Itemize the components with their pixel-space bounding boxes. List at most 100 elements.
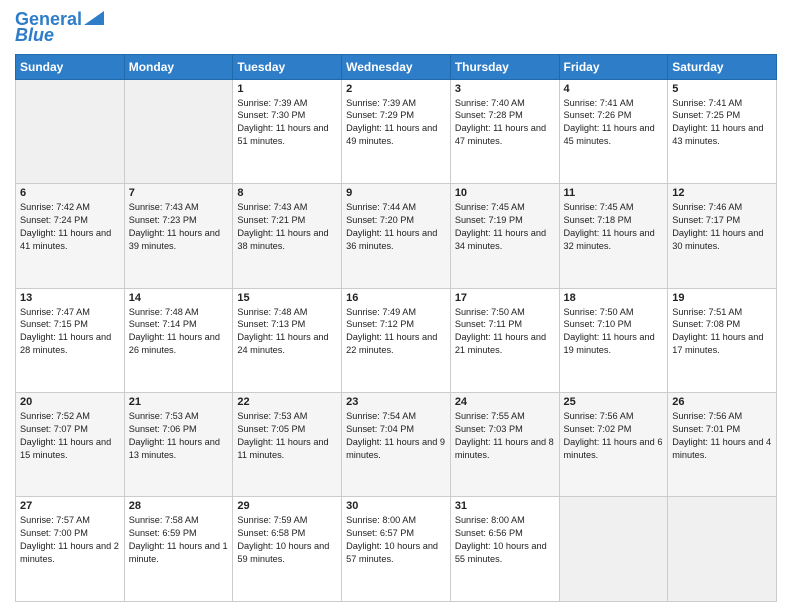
calendar-cell: 4 Sunrise: 7:41 AM Sunset: 7:26 PM Daylig… — [559, 79, 668, 183]
calendar-cell: 2 Sunrise: 7:39 AM Sunset: 7:29 PM Daylig… — [342, 79, 451, 183]
sun-info: Sunrise: 7:39 AM Sunset: 7:30 PM Dayligh… — [237, 97, 337, 149]
weekday-header: Thursday — [450, 54, 559, 79]
sun-info: Sunrise: 7:45 AM Sunset: 7:18 PM Dayligh… — [564, 201, 664, 253]
weekday-header: Wednesday — [342, 54, 451, 79]
sun-info: Sunrise: 7:39 AM Sunset: 7:29 PM Dayligh… — [346, 97, 446, 149]
sun-info: Sunrise: 7:51 AM Sunset: 7:08 PM Dayligh… — [672, 306, 772, 358]
day-number: 29 — [237, 500, 337, 512]
calendar-cell: 30Sunrise: 8:00 AM Sunset: 6:57 PM Dayli… — [342, 497, 451, 602]
calendar-cell: 10 Sunrise: 7:45 AM Sunset: 7:19 PM Dayli… — [450, 184, 559, 288]
calendar-cell: 17 Sunrise: 7:50 AM Sunset: 7:11 PM Dayli… — [450, 288, 559, 392]
sun-info: Sunrise: 7:46 AM Sunset: 7:17 PM Dayligh… — [672, 201, 772, 253]
day-number: 6 — [20, 187, 120, 199]
calendar-cell: 26Sunrise: 7:56 AM Sunset: 7:01 PM Dayli… — [668, 393, 777, 497]
day-number: 20 — [20, 396, 120, 408]
day-number: 5 — [672, 83, 772, 95]
sun-info: Sunrise: 7:47 AM Sunset: 7:15 PM Dayligh… — [20, 306, 120, 358]
calendar-cell: 29Sunrise: 7:59 AM Sunset: 6:58 PM Dayli… — [233, 497, 342, 602]
calendar-cell: 19 Sunrise: 7:51 AM Sunset: 7:08 PM Dayli… — [668, 288, 777, 392]
logo: General Blue — [15, 10, 104, 46]
day-number: 2 — [346, 83, 446, 95]
sun-info: Sunrise: 7:48 AM Sunset: 7:13 PM Dayligh… — [237, 306, 337, 358]
day-number: 13 — [20, 292, 120, 304]
sun-info: Sunrise: 7:52 AM Sunset: 7:07 PM Dayligh… — [20, 410, 120, 462]
logo-blue: Blue — [15, 26, 54, 46]
calendar-cell: 28 Sunrise: 7:58 AM Sunset: 6:59 PM Dayli… — [124, 497, 233, 602]
day-number: 15 — [237, 292, 337, 304]
day-number: 21 — [129, 396, 229, 408]
calendar-cell: 12 Sunrise: 7:46 AM Sunset: 7:17 PM Dayli… — [668, 184, 777, 288]
day-number: 14 — [129, 292, 229, 304]
calendar-cell: 13 Sunrise: 7:47 AM Sunset: 7:15 PM Dayli… — [16, 288, 125, 392]
sun-info: Sunrise: 7:56 AM Sunset: 7:02 PM Dayligh… — [564, 410, 664, 462]
calendar-cell: 9 Sunrise: 7:44 AM Sunset: 7:20 PM Daylig… — [342, 184, 451, 288]
sun-info: Sunrise: 7:50 AM Sunset: 7:10 PM Dayligh… — [564, 306, 664, 358]
sun-info: Sunrise: 7:41 AM Sunset: 7:25 PM Dayligh… — [672, 97, 772, 149]
calendar-cell — [559, 497, 668, 602]
calendar-cell: 21 Sunrise: 7:53 AM Sunset: 7:06 PM Dayli… — [124, 393, 233, 497]
calendar-cell: 6 Sunrise: 7:42 AM Sunset: 7:24 PM Daylig… — [16, 184, 125, 288]
day-number: 16 — [346, 292, 446, 304]
calendar-cell — [16, 79, 125, 183]
header: General Blue — [15, 10, 777, 46]
sun-info: Sunrise: 7:58 AM Sunset: 6:59 PM Dayligh… — [129, 514, 229, 566]
sun-info: Sunrise: 7:49 AM Sunset: 7:12 PM Dayligh… — [346, 306, 446, 358]
calendar-cell: 7Sunrise: 7:43 AM Sunset: 7:23 PM Daylig… — [124, 184, 233, 288]
calendar-cell: 16 Sunrise: 7:49 AM Sunset: 7:12 PM Dayli… — [342, 288, 451, 392]
day-number: 23 — [346, 396, 446, 408]
day-number: 1 — [237, 83, 337, 95]
day-number: 26 — [672, 396, 772, 408]
day-number: 19 — [672, 292, 772, 304]
calendar-cell: 3 Sunrise: 7:40 AM Sunset: 7:28 PM Daylig… — [450, 79, 559, 183]
day-number: 24 — [455, 396, 555, 408]
day-number: 27 — [20, 500, 120, 512]
sun-info: Sunrise: 7:48 AM Sunset: 7:14 PM Dayligh… — [129, 306, 229, 358]
sun-info: Sunrise: 7:41 AM Sunset: 7:26 PM Dayligh… — [564, 97, 664, 149]
calendar-cell: 27 Sunrise: 7:57 AM Sunset: 7:00 PM Dayli… — [16, 497, 125, 602]
sun-info: Sunrise: 7:53 AM Sunset: 7:05 PM Dayligh… — [237, 410, 337, 462]
day-number: 28 — [129, 500, 229, 512]
sun-info: Sunrise: 7:44 AM Sunset: 7:20 PM Dayligh… — [346, 201, 446, 253]
sun-info: Sunrise: 7:42 AM Sunset: 7:24 PM Dayligh… — [20, 201, 120, 253]
sun-info: Sunrise: 7:43 AM Sunset: 7:21 PM Dayligh… — [237, 201, 337, 253]
day-number: 10 — [455, 187, 555, 199]
calendar-week-row: 1 Sunrise: 7:39 AM Sunset: 7:30 PM Daylig… — [16, 79, 777, 183]
calendar-cell: 18Sunrise: 7:50 AM Sunset: 7:10 PM Dayli… — [559, 288, 668, 392]
day-number: 17 — [455, 292, 555, 304]
sun-info: Sunrise: 7:54 AM Sunset: 7:04 PM Dayligh… — [346, 410, 446, 462]
calendar: SundayMondayTuesdayWednesdayThursdayFrid… — [15, 54, 777, 602]
calendar-cell: 11Sunrise: 7:45 AM Sunset: 7:18 PM Dayli… — [559, 184, 668, 288]
weekday-header: Sunday — [16, 54, 125, 79]
day-number: 22 — [237, 396, 337, 408]
day-number: 9 — [346, 187, 446, 199]
calendar-cell: 20 Sunrise: 7:52 AM Sunset: 7:07 PM Dayli… — [16, 393, 125, 497]
page: General Blue SundayMondayTuesdayWednesda… — [0, 0, 792, 612]
calendar-cell: 14 Sunrise: 7:48 AM Sunset: 7:14 PM Dayli… — [124, 288, 233, 392]
calendar-week-row: 6 Sunrise: 7:42 AM Sunset: 7:24 PM Daylig… — [16, 184, 777, 288]
calendar-cell: 24Sunrise: 7:55 AM Sunset: 7:03 PM Dayli… — [450, 393, 559, 497]
sun-info: Sunrise: 7:45 AM Sunset: 7:19 PM Dayligh… — [455, 201, 555, 253]
day-number: 7 — [129, 187, 229, 199]
day-number: 4 — [564, 83, 664, 95]
calendar-week-row: 20 Sunrise: 7:52 AM Sunset: 7:07 PM Dayli… — [16, 393, 777, 497]
calendar-cell: 5 Sunrise: 7:41 AM Sunset: 7:25 PM Daylig… — [668, 79, 777, 183]
day-number: 12 — [672, 187, 772, 199]
sun-info: Sunrise: 7:50 AM Sunset: 7:11 PM Dayligh… — [455, 306, 555, 358]
sun-info: Sunrise: 8:00 AM Sunset: 6:56 PM Dayligh… — [455, 514, 555, 566]
calendar-week-row: 27 Sunrise: 7:57 AM Sunset: 7:00 PM Dayli… — [16, 497, 777, 602]
calendar-week-row: 13 Sunrise: 7:47 AM Sunset: 7:15 PM Dayli… — [16, 288, 777, 392]
day-number: 3 — [455, 83, 555, 95]
calendar-cell — [124, 79, 233, 183]
calendar-header-row: SundayMondayTuesdayWednesdayThursdayFrid… — [16, 54, 777, 79]
calendar-cell: 25Sunrise: 7:56 AM Sunset: 7:02 PM Dayli… — [559, 393, 668, 497]
sun-info: Sunrise: 7:57 AM Sunset: 7:00 PM Dayligh… — [20, 514, 120, 566]
calendar-cell: 8Sunrise: 7:43 AM Sunset: 7:21 PM Daylig… — [233, 184, 342, 288]
calendar-cell: 23 Sunrise: 7:54 AM Sunset: 7:04 PM Dayli… — [342, 393, 451, 497]
calendar-cell: 22 Sunrise: 7:53 AM Sunset: 7:05 PM Dayli… — [233, 393, 342, 497]
calendar-cell: 1 Sunrise: 7:39 AM Sunset: 7:30 PM Daylig… — [233, 79, 342, 183]
logo-icon — [84, 11, 104, 25]
sun-info: Sunrise: 7:40 AM Sunset: 7:28 PM Dayligh… — [455, 97, 555, 149]
sun-info: Sunrise: 7:53 AM Sunset: 7:06 PM Dayligh… — [129, 410, 229, 462]
weekday-header: Tuesday — [233, 54, 342, 79]
day-number: 30 — [346, 500, 446, 512]
